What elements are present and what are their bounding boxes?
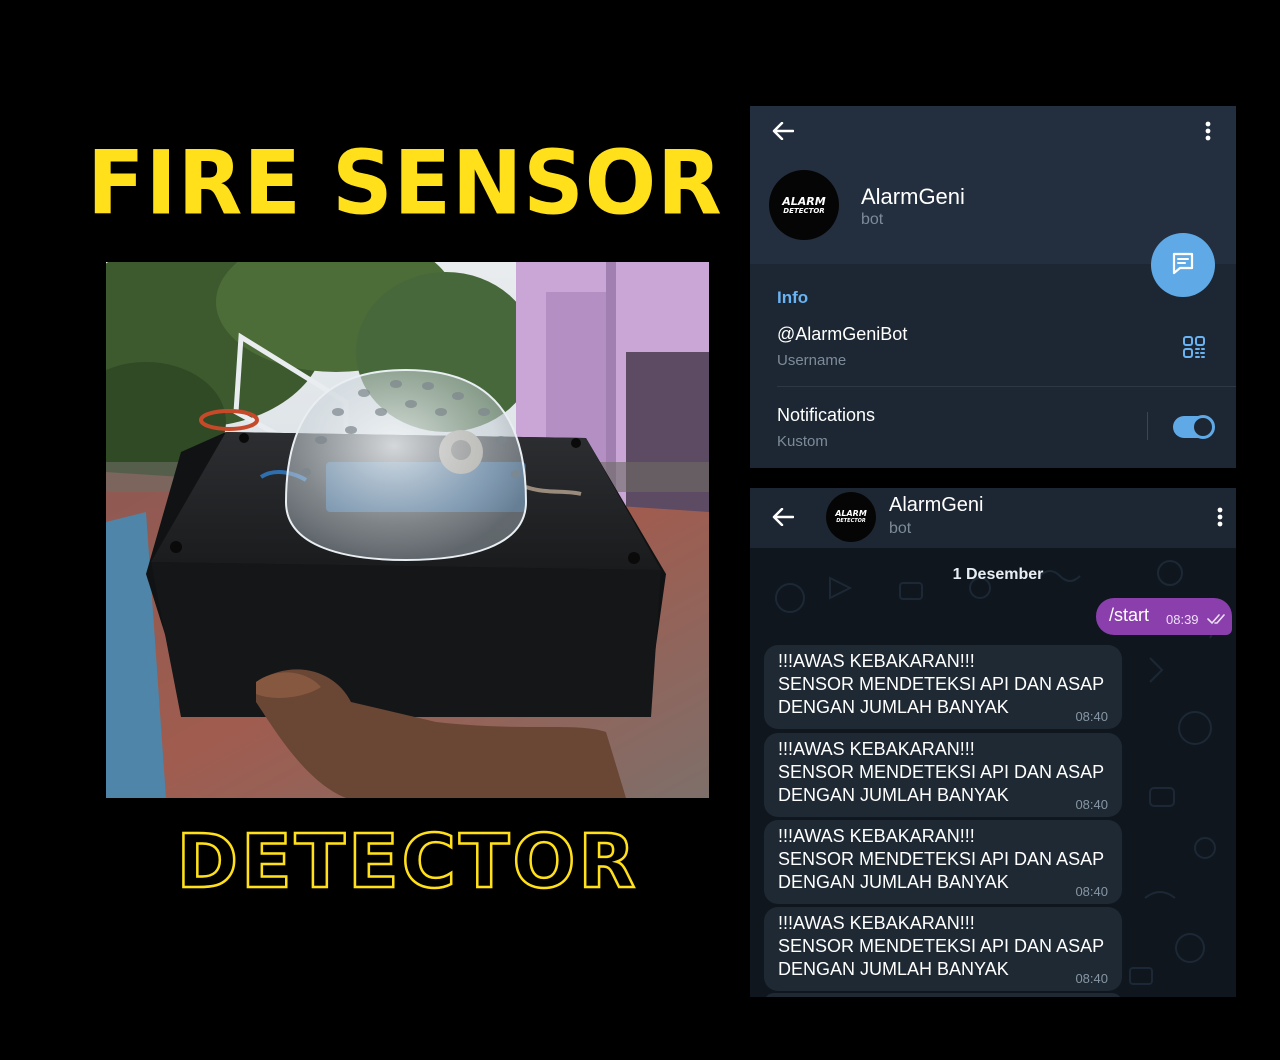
message-line: !!!AWAS KEBAKARAN!!!	[778, 651, 975, 671]
incoming-message[interactable]: !!!AWAS KEBAKARAN!!! SENSOR MENDETEKSI A…	[764, 733, 1122, 817]
chat-panel: ALARM DETECTOR AlarmGeni bot 1 Desember …	[750, 488, 1236, 997]
message-line: SENSOR MENDETEKSI API DAN ASAP	[778, 936, 1105, 956]
bot-profile-panel: ALARM DETECTOR AlarmGeni bot Info @Alarm…	[750, 106, 1236, 468]
incoming-message[interactable]: !!!AWAS KEBAKARAN!!! SENSOR MENDETEKSI A…	[764, 820, 1122, 904]
date-separator: 1 Desember	[952, 566, 1044, 583]
avatar[interactable]: ALARM DETECTOR	[826, 492, 876, 542]
username-value[interactable]: @AlarmGeniBot	[777, 324, 907, 345]
qr-code-icon[interactable]	[1182, 335, 1206, 359]
notifications-toggle[interactable]	[1173, 415, 1215, 439]
message-time: 08:40	[1075, 797, 1108, 812]
message-line: !!!AWAS KEBAKARAN!!!	[778, 826, 975, 846]
avatar-text: ALARM	[835, 509, 867, 518]
message-line: SENSOR MENDETEKSI API DAN ASAP	[778, 674, 1105, 694]
profile-name: AlarmGeni	[861, 184, 965, 209]
avatar-text-sub: DETECTOR	[836, 518, 866, 524]
avatar-text-sub: DETECTOR	[783, 206, 825, 215]
more-vertical-icon[interactable]	[1210, 504, 1230, 530]
message-line: SENSOR MENDETEKSI API DAN ASAP	[778, 849, 1105, 869]
incoming-message[interactable]	[764, 993, 1122, 997]
subheadline: DETECTOR	[175, 818, 639, 907]
message-icon	[1169, 249, 1197, 282]
message-time: 08:40	[1075, 709, 1108, 724]
divider	[1147, 412, 1148, 440]
section-label-info: Info	[777, 288, 809, 307]
profile-type: bot	[861, 211, 884, 228]
headline: FIRE SENSOR	[87, 131, 723, 235]
message-line: SENSOR MENDETEKSI API DAN ASAP	[778, 762, 1105, 782]
incoming-message[interactable]: !!!AWAS KEBAKARAN!!! SENSOR MENDETEKSI A…	[764, 645, 1122, 729]
message-line: DENGAN JUMLAH BANYAK	[778, 872, 1009, 892]
message-time: 08:40	[1075, 884, 1108, 899]
message-line: DENGAN JUMLAH BANYAK	[778, 959, 1009, 979]
message-button[interactable]	[1151, 233, 1215, 297]
notifications-caption: Kustom	[777, 433, 828, 450]
message-time: 08:39	[1166, 612, 1199, 627]
chat-header	[750, 488, 1236, 548]
arrow-left-icon[interactable]	[768, 118, 798, 144]
username-caption: Username	[777, 352, 847, 369]
avatar[interactable]: ALARM DETECTOR	[769, 170, 839, 240]
outgoing-message[interactable]: /start 08:39	[1096, 598, 1232, 635]
more-vertical-icon[interactable]	[1198, 118, 1218, 144]
message-time: 08:40	[1075, 971, 1108, 986]
chat-title: AlarmGeni	[889, 494, 984, 516]
divider	[777, 386, 1236, 387]
product-photo	[106, 262, 709, 798]
arrow-left-icon[interactable]	[770, 504, 796, 530]
message-line: DENGAN JUMLAH BANYAK	[778, 785, 1009, 805]
notifications-label[interactable]: Notifications	[777, 405, 875, 426]
message-line: DENGAN JUMLAH BANYAK	[778, 697, 1009, 717]
avatar-text: ALARM	[782, 194, 826, 208]
double-check-icon	[1207, 612, 1227, 630]
message-line: !!!AWAS KEBAKARAN!!!	[778, 913, 975, 933]
chat-subtitle: bot	[889, 520, 912, 537]
incoming-message[interactable]: !!!AWAS KEBAKARAN!!! SENSOR MENDETEKSI A…	[764, 907, 1122, 991]
message-line: !!!AWAS KEBAKARAN!!!	[778, 739, 975, 759]
message-text: /start	[1109, 605, 1150, 625]
